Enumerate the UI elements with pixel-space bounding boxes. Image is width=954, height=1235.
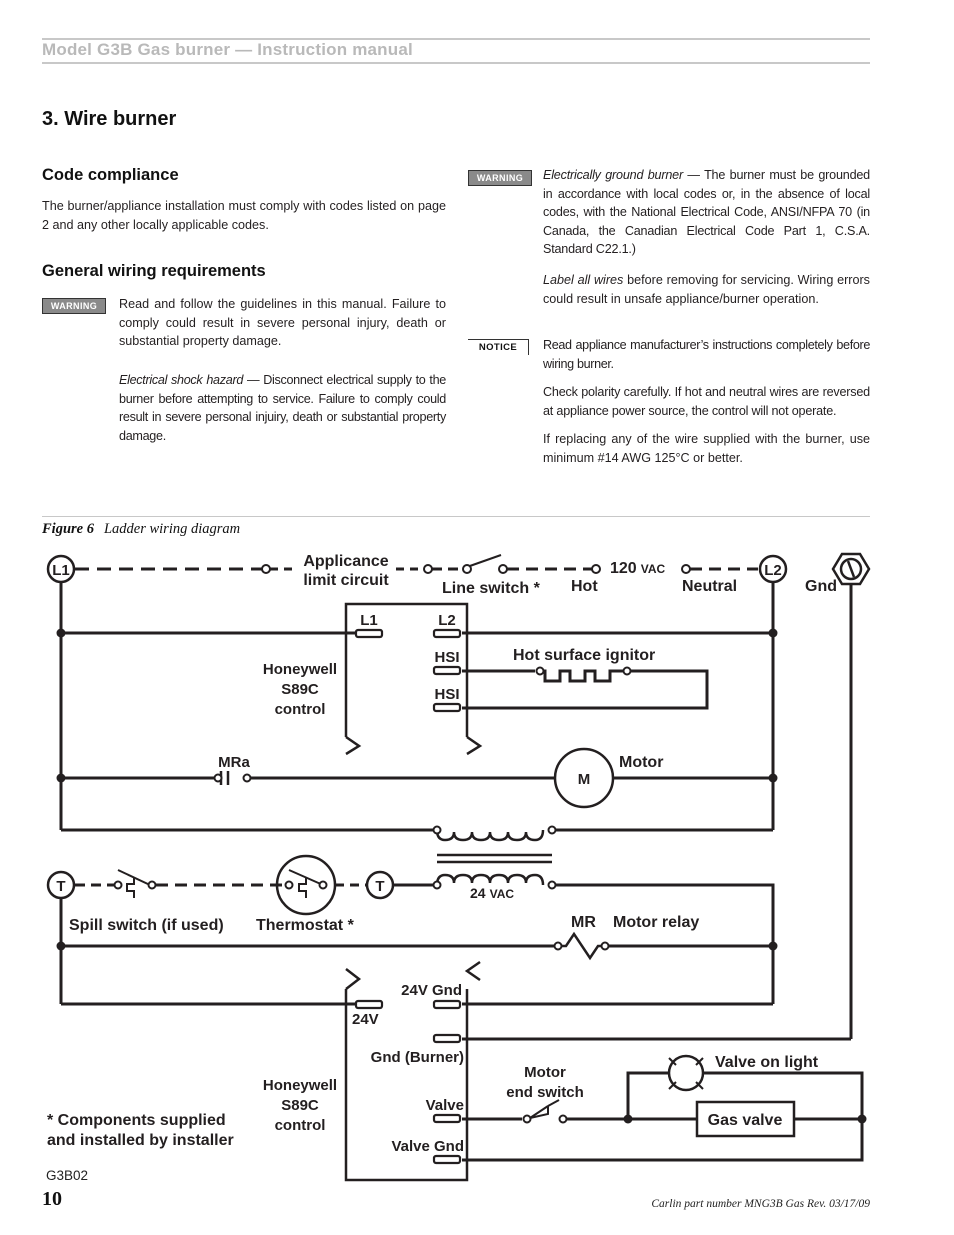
- terminal: [547, 880, 557, 890]
- hot-label: Hot: [571, 578, 598, 595]
- s89c-label-top: S89C: [281, 681, 319, 698]
- control-terminal-valve-gnd: [432, 1154, 462, 1165]
- mra-label: MRa: [218, 754, 250, 771]
- limit-circuit-label: limit circuit: [303, 572, 389, 589]
- terminal: [622, 666, 632, 676]
- s89c-label-bottom: S89C: [281, 1097, 319, 1114]
- control-terminal-valve: [432, 1113, 462, 1124]
- control-terminal-gnd-burner: [432, 1033, 462, 1044]
- junction-dot: [623, 1114, 633, 1124]
- transformer-primary: [435, 829, 545, 842]
- terminal: [681, 564, 691, 574]
- terminal: [213, 773, 223, 783]
- terminal: [147, 880, 157, 890]
- control-terminal-l1: [354, 628, 384, 639]
- terminal: [498, 564, 508, 574]
- voltage-24-value: 24: [470, 885, 486, 901]
- figure-id: G3B02: [46, 1168, 89, 1183]
- vac-unit: VAC: [641, 562, 666, 576]
- control-l1-label: L1: [360, 612, 378, 629]
- junction-dot: [768, 941, 778, 951]
- hot-surface-ignitor-label: Hot surface ignitor: [513, 647, 655, 664]
- hsi-label-2: HSI: [434, 686, 459, 703]
- terminal: [535, 666, 545, 676]
- control-terminal-hsi: [432, 665, 462, 676]
- control-label-bottom: control: [275, 1117, 326, 1134]
- page-number: 10: [42, 1188, 62, 1210]
- control-l2-label: L2: [438, 612, 456, 629]
- junction-dot: [857, 1114, 867, 1124]
- motor-end-switch-label-2: end switch: [506, 1084, 584, 1101]
- gnd-burner-label: Gnd (Burner): [371, 1049, 464, 1066]
- t-left-label: T: [56, 878, 65, 895]
- ladder-wiring-diagram: L1 L2 Applicance limit circuit Line swit…: [46, 552, 871, 1182]
- gnd-label: Gnd: [805, 578, 837, 595]
- gas-valve-label: Gas valve: [708, 1112, 783, 1129]
- motor-label: Motor: [619, 754, 663, 771]
- terminal: [432, 880, 442, 890]
- motor-end-switch-label-1: Motor: [524, 1064, 566, 1081]
- transformer-secondary: [435, 873, 545, 886]
- terminal: [318, 880, 328, 890]
- 24v-gnd-label: 24V Gnd: [401, 982, 462, 999]
- honeywell-label-top: Honeywell: [263, 661, 337, 678]
- control-label-top: control: [275, 701, 326, 718]
- ground-screw-icon: [831, 552, 871, 586]
- terminal: [558, 1114, 568, 1124]
- neutral-label: Neutral: [682, 578, 737, 595]
- junction-dot: [56, 628, 66, 638]
- thermostat-label: Thermostat *: [256, 917, 355, 934]
- terminal: [553, 941, 563, 951]
- part-number: Carlin part number MNG3B Gas Rev. 03/17/…: [651, 1198, 870, 1210]
- mr-label: MR: [571, 914, 596, 931]
- junction-dot: [768, 628, 778, 638]
- terminal: [522, 1114, 532, 1124]
- valve-on-light-label: Valve on light: [715, 1054, 819, 1071]
- valve-gnd-label: Valve Gnd: [391, 1138, 464, 1155]
- vac-unit-24: VAC: [490, 887, 515, 901]
- footnote-line-1: * Components supplied: [47, 1112, 226, 1129]
- hsi-label-1: HSI: [434, 649, 459, 666]
- control-terminal-l2: [432, 628, 462, 639]
- 24v-label: 24V: [352, 1011, 379, 1028]
- terminal: [432, 825, 442, 835]
- line-switch-label: Line switch *: [442, 580, 541, 597]
- junction-dot: [56, 773, 66, 783]
- footnote-line-2: and installed by installer: [47, 1132, 234, 1149]
- terminal: [284, 880, 294, 890]
- terminal: [547, 825, 557, 835]
- line-switch-blade: [466, 554, 502, 568]
- voltage-120-value: 120: [610, 560, 637, 577]
- terminal: [423, 564, 433, 574]
- motor-relay-label: Motor relay: [613, 914, 699, 931]
- t-right-label: T: [375, 878, 384, 895]
- spill-switch-label: Spill switch (if used): [69, 917, 224, 934]
- motor-relay-coil: [561, 931, 602, 961]
- junction-dot: [56, 941, 66, 951]
- motor-m-label: M: [578, 771, 591, 788]
- valve-label: Valve: [426, 1097, 464, 1114]
- terminal: [113, 880, 123, 890]
- l2-label: L2: [764, 562, 782, 579]
- applicance-label: Applicance: [303, 553, 388, 570]
- terminal: [462, 564, 472, 574]
- junction-dot: [768, 773, 778, 783]
- ignitor-element: [540, 669, 624, 683]
- terminal: [261, 564, 271, 574]
- terminal: [591, 564, 601, 574]
- control-terminal-24v-gnd: [432, 999, 462, 1010]
- control-terminal-hsi: [432, 702, 462, 713]
- control-terminal-24v: [354, 999, 384, 1010]
- voltage-120-label: 120 VAC: [610, 560, 665, 577]
- l1-label: L1: [52, 562, 70, 579]
- terminal: [600, 941, 610, 951]
- voltage-24-label: 24 VAC: [470, 885, 514, 901]
- honeywell-label-bottom: Honeywell: [263, 1077, 337, 1094]
- terminal: [242, 773, 252, 783]
